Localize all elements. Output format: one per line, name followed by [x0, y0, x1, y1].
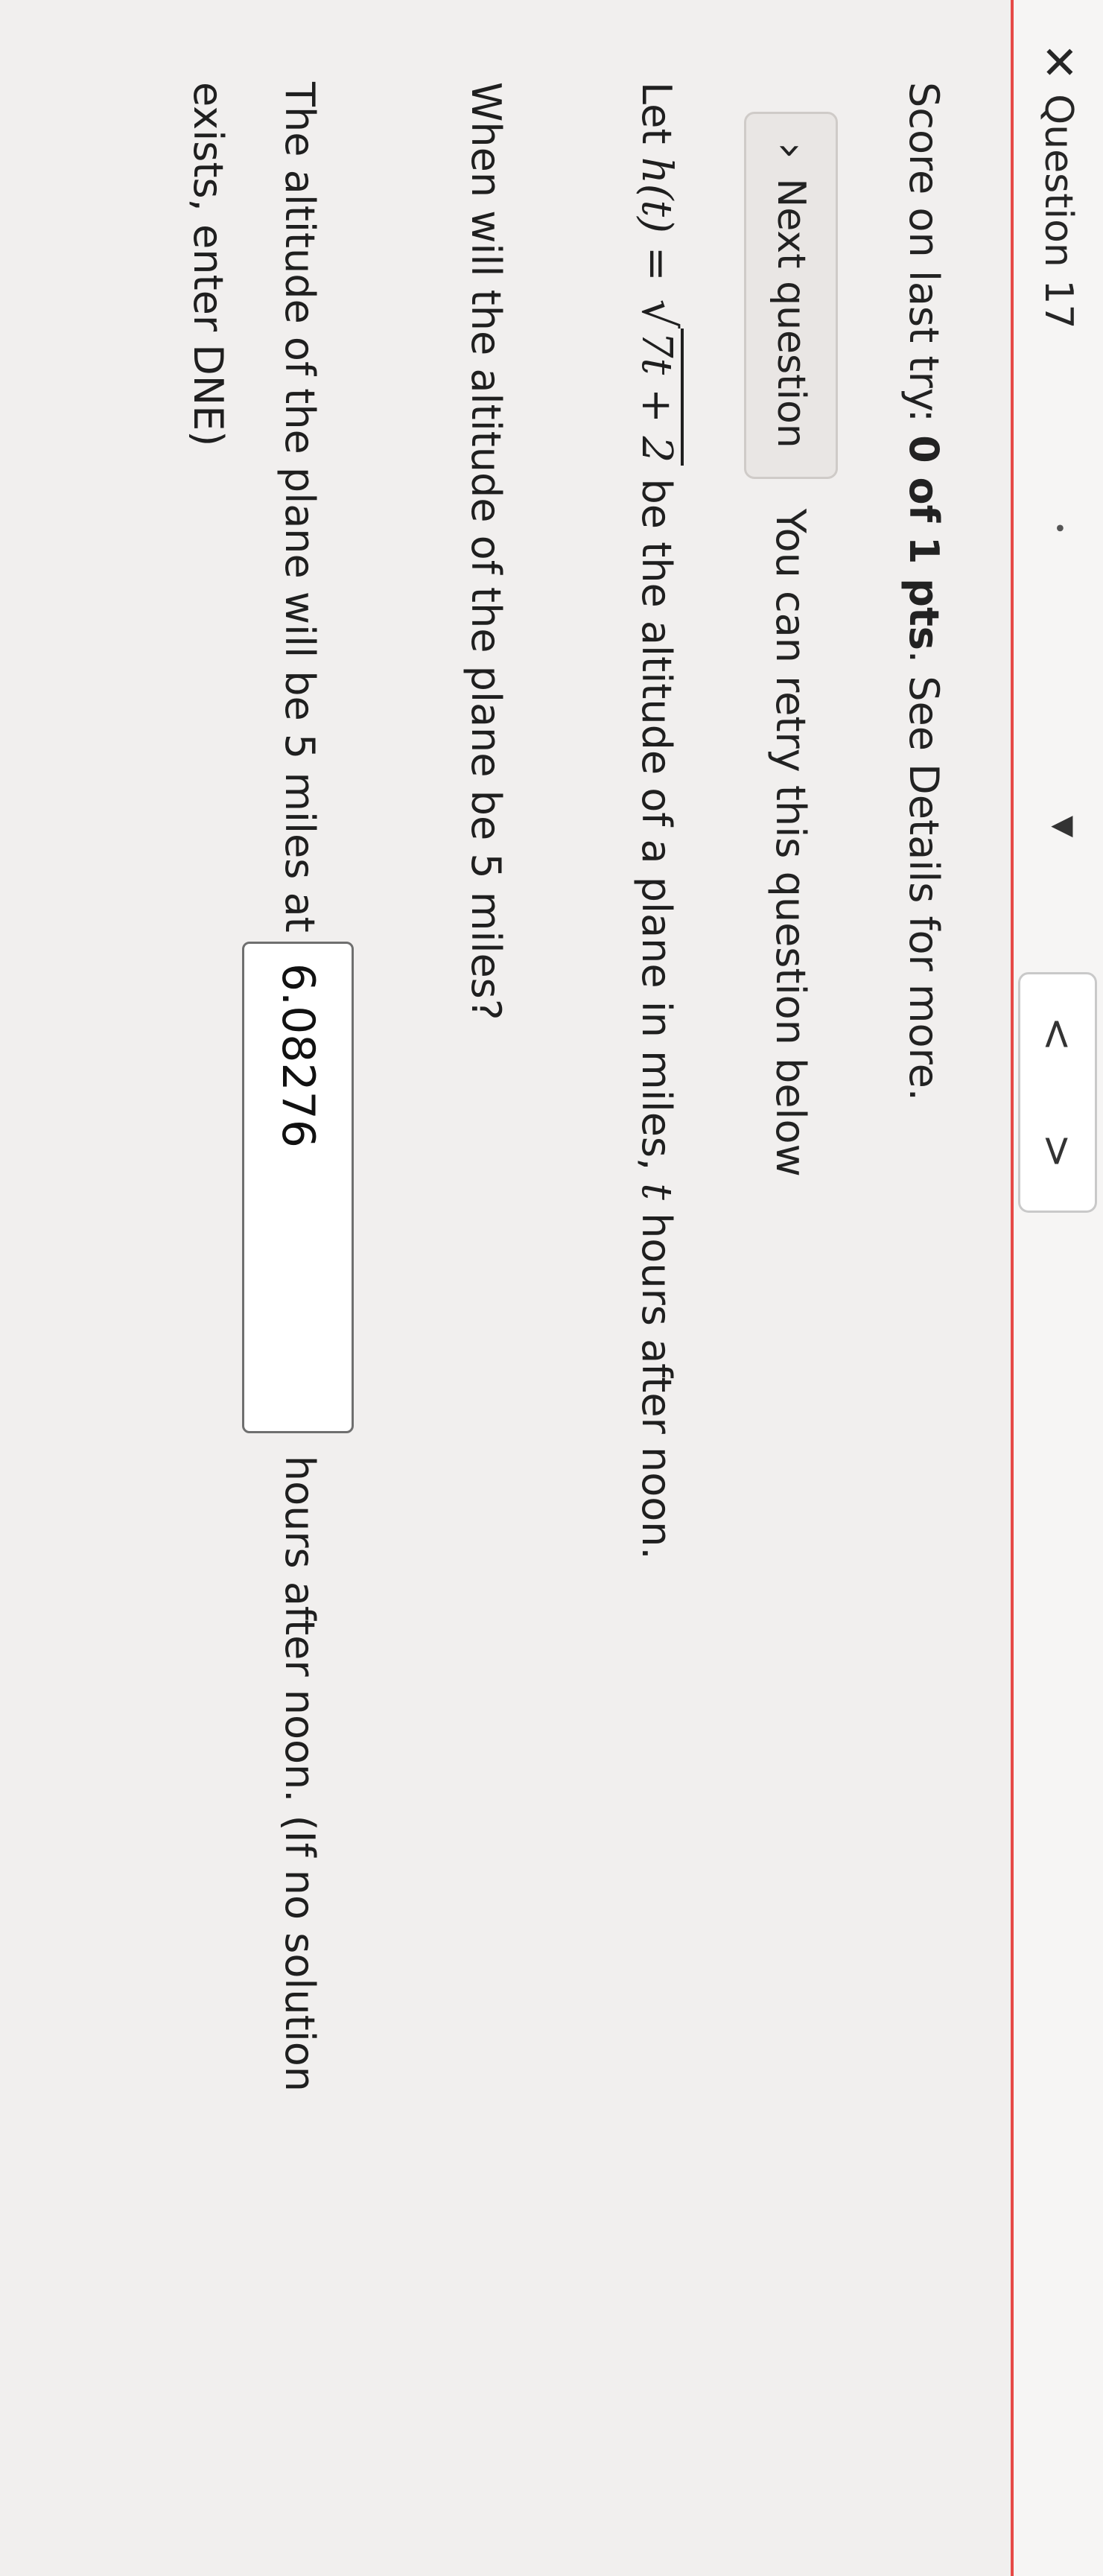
question-page: ✕ Question 17 • ▼ < > Score on last try:…	[0, 0, 1103, 2576]
question-title[interactable]: ✕ Question 17	[1029, 43, 1088, 329]
question-header-bar: ✕ Question 17 • ▼ < >	[1012, 0, 1103, 2576]
answer-row: The altitude of the plane will be 5 mile…	[242, 82, 354, 2093]
score-value: 0 of 1 pts	[900, 435, 947, 650]
radicand: 7t + 2	[632, 329, 684, 466]
chevron-right-icon: ›	[766, 142, 816, 159]
previous-question-button[interactable]: <	[1018, 972, 1097, 1096]
score-prefix: Score on last try:	[900, 82, 947, 436]
function-name: h(t)	[632, 156, 681, 233]
next-question-label: Next question	[769, 178, 813, 448]
equals-sign: =	[632, 232, 681, 295]
variable-t: t	[632, 1183, 681, 1200]
problem-end: hours after noon.	[633, 1199, 680, 1560]
question-title-text: Question 17	[1036, 94, 1081, 329]
problem-intro: Let	[633, 82, 680, 157]
radical-icon: √	[632, 299, 686, 329]
problem-question: When will the altitude of the plane be 5…	[463, 82, 509, 1021]
problem-description: be the altitude of a plane in miles,	[633, 466, 680, 1184]
square-root-expression: √7t + 2	[629, 299, 686, 466]
retry-row: › Next question You can retry this quest…	[744, 112, 838, 1177]
separator-dot-icon: •	[1046, 521, 1072, 535]
next-question-nav-button[interactable]: >	[1018, 1091, 1097, 1213]
problem-statement: Let h(t) = √7t + 2 be the altitude of a …	[629, 82, 686, 1560]
question-status-line	[1011, 0, 1014, 2576]
next-question-button[interactable]: › Next question	[744, 112, 838, 479]
score-suffix: . See Details for more.	[900, 650, 947, 1101]
answer-suffix: hours after noon. (If no solution	[276, 1455, 323, 2093]
answer-input[interactable]	[242, 941, 354, 1433]
chevron-left-icon: <	[1033, 1016, 1082, 1052]
answer-instructions: exists, enter DNE)	[185, 82, 232, 447]
answer-prefix: The altitude of the plane will be 5 mile…	[276, 82, 323, 933]
dropdown-caret-icon[interactable]: ▼	[1048, 816, 1081, 837]
close-icon[interactable]: ✕	[1029, 43, 1088, 80]
retry-message: You can retry this question below	[767, 508, 815, 1177]
chevron-right-icon: >	[1033, 1133, 1082, 1169]
score-message: Score on last try: 0 of 1 pts. See Detai…	[897, 82, 950, 1101]
